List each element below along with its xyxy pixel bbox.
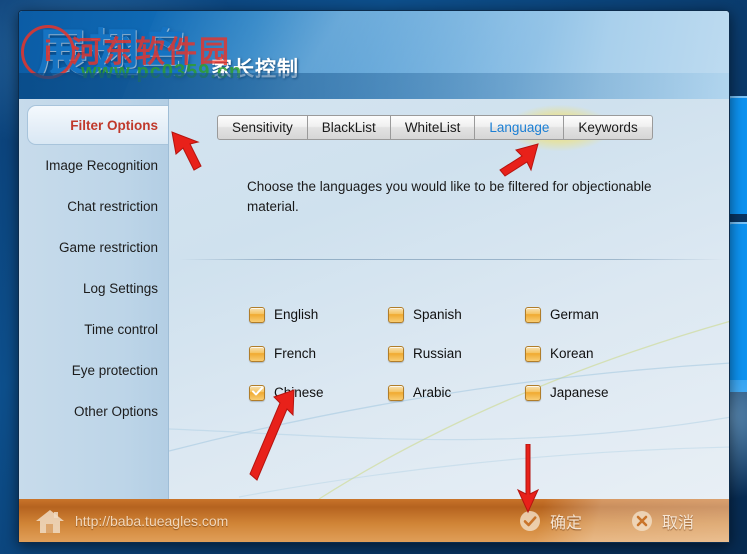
checkbox-icon[interactable] bbox=[249, 306, 265, 323]
sidebar-item-filter-options[interactable]: Filter Options bbox=[27, 105, 168, 145]
checkbox-icon[interactable] bbox=[249, 345, 265, 362]
language-option-russian[interactable]: Russian bbox=[388, 334, 525, 373]
tab-language[interactable]: Language bbox=[475, 115, 565, 140]
check-circle-icon bbox=[520, 511, 540, 531]
language-checkbox-grid: English Spanish German French Russian Ko… bbox=[249, 295, 665, 412]
language-label: Russian bbox=[413, 346, 462, 361]
content-panel: Sensitivity BlackList WhiteList Language… bbox=[169, 99, 729, 499]
sidebar-item-image-recognition[interactable]: Image Recognition bbox=[19, 145, 168, 186]
ok-button-label: 确定 bbox=[550, 515, 583, 532]
sidebar-item-label: Image Recognition bbox=[45, 158, 158, 173]
language-label: English bbox=[274, 307, 319, 322]
checkbox-icon[interactable] bbox=[388, 384, 404, 401]
desktop-background: 展翅鸟 家长控制 i 河东软件园 www.pc0359.cn Filter Op… bbox=[0, 0, 747, 554]
checkbox-icon[interactable] bbox=[525, 345, 541, 362]
language-option-german[interactable]: German bbox=[525, 295, 665, 334]
cancel-button[interactable]: 取消 bbox=[631, 509, 694, 533]
sidebar-nav: Filter Options Image Recognition Chat re… bbox=[19, 99, 169, 499]
checkbox-icon[interactable] bbox=[525, 384, 541, 401]
sidebar-item-label: Time control bbox=[84, 322, 158, 337]
tab-blacklist[interactable]: BlackList bbox=[307, 115, 391, 140]
sidebar-item-log-settings[interactable]: Log Settings bbox=[19, 268, 168, 309]
language-option-arabic[interactable]: Arabic bbox=[388, 373, 525, 412]
language-option-japanese[interactable]: Japanese bbox=[525, 373, 665, 412]
tab-label: BlackList bbox=[321, 120, 376, 135]
language-option-french[interactable]: French bbox=[249, 334, 388, 373]
checkbox-icon[interactable] bbox=[388, 345, 404, 362]
instructions-text: Choose the languages you would like to b… bbox=[247, 179, 652, 214]
sidebar-item-eye-protection[interactable]: Eye protection bbox=[19, 350, 168, 391]
sidebar-item-game-restriction[interactable]: Game restriction bbox=[19, 227, 168, 268]
language-option-spanish[interactable]: Spanish bbox=[388, 295, 525, 334]
checkbox-icon[interactable] bbox=[249, 384, 265, 401]
language-option-chinese[interactable]: Chinese bbox=[249, 373, 388, 412]
sidebar-item-label: Game restriction bbox=[58, 240, 158, 255]
sidebar-item-label: Chat restriction bbox=[67, 199, 158, 214]
sidebar-item-time-control[interactable]: Time control bbox=[19, 309, 168, 350]
language-label: Spanish bbox=[413, 307, 462, 322]
tab-keywords[interactable]: Keywords bbox=[564, 115, 653, 140]
site-url-label[interactable]: http://baba.tueagles.com bbox=[75, 513, 228, 529]
home-icon[interactable] bbox=[35, 508, 65, 534]
close-circle-icon bbox=[632, 511, 652, 531]
tab-strip: Sensitivity BlackList WhiteList Language… bbox=[217, 115, 653, 140]
sidebar-item-chat-restriction[interactable]: Chat restriction bbox=[19, 186, 168, 227]
checkbox-icon[interactable] bbox=[525, 306, 541, 323]
watermark-site-url: www.pc0359.cn bbox=[81, 61, 243, 83]
tab-whitelist[interactable]: WhiteList bbox=[390, 115, 476, 140]
language-label: Arabic bbox=[413, 385, 452, 400]
language-label: French bbox=[274, 346, 317, 361]
window-body: Filter Options Image Recognition Chat re… bbox=[19, 99, 729, 499]
footer-bar: http://baba.tueagles.com 确定 取消 bbox=[19, 499, 729, 542]
tab-label: Sensitivity bbox=[232, 120, 293, 135]
language-label: German bbox=[550, 307, 599, 322]
title-band: 展翅鸟 家长控制 i 河东软件园 www.pc0359.cn bbox=[19, 11, 729, 99]
parental-control-window: 展翅鸟 家长控制 i 河东软件园 www.pc0359.cn Filter Op… bbox=[18, 10, 730, 543]
language-label: Korean bbox=[550, 346, 594, 361]
language-label: Japanese bbox=[550, 385, 609, 400]
tab-sensitivity[interactable]: Sensitivity bbox=[217, 115, 308, 140]
tab-label: Keywords bbox=[578, 120, 638, 135]
language-option-korean[interactable]: Korean bbox=[525, 334, 665, 373]
tab-label: WhiteList bbox=[404, 120, 461, 135]
sidebar-item-other-options[interactable]: Other Options bbox=[19, 391, 168, 432]
section-divider bbox=[179, 259, 724, 260]
ok-button[interactable]: 确定 bbox=[519, 509, 582, 533]
language-option-english[interactable]: English bbox=[249, 295, 388, 334]
watermark-badge-icon: i bbox=[21, 25, 75, 79]
sidebar-item-label: Eye protection bbox=[71, 363, 158, 378]
tab-label: Language bbox=[489, 120, 550, 135]
cancel-button-label: 取消 bbox=[662, 515, 695, 532]
checkbox-icon[interactable] bbox=[388, 306, 404, 323]
sidebar-item-label: Other Options bbox=[73, 404, 158, 419]
language-label: Chinese bbox=[274, 385, 324, 400]
sidebar-item-label: Filter Options bbox=[70, 117, 158, 133]
sidebar-item-label: Log Settings bbox=[82, 281, 158, 296]
